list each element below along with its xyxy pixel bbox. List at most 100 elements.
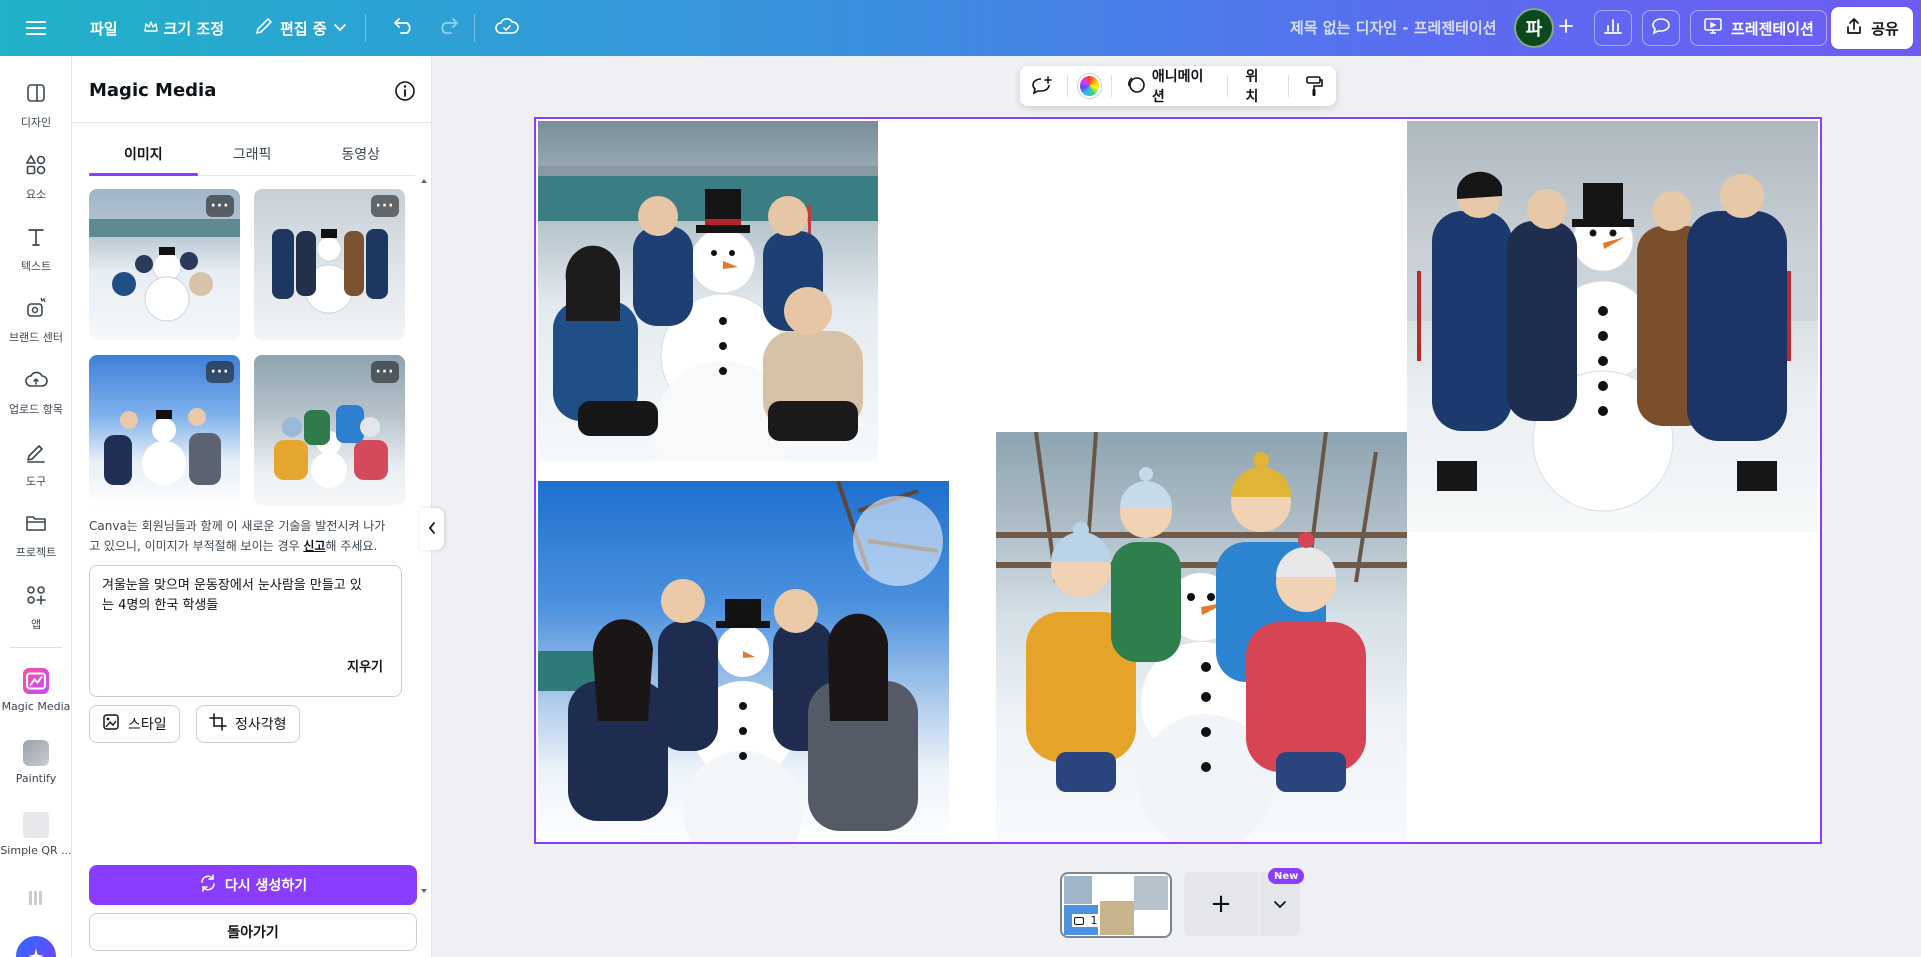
position-button[interactable]: 위치 [1238, 66, 1279, 106]
design-canvas[interactable] [534, 117, 1822, 844]
pencil-icon [254, 16, 274, 40]
rail-divider [10, 647, 62, 648]
canvas-image-students-snowman-1[interactable] [538, 121, 878, 461]
page-thumbnail-preview [1100, 901, 1134, 935]
media-type-tabs: 이미지 그래픽 동영상 [89, 140, 415, 176]
plus-icon [1558, 18, 1574, 38]
magic-media-app-icon [23, 668, 49, 694]
paint-roller-icon[interactable] [1299, 71, 1328, 101]
generated-image-3[interactable]: ··· [89, 355, 240, 506]
disclaimer-text-2: 해 주세요. [325, 539, 378, 553]
panel-title: Magic Media [89, 80, 217, 101]
rail-item-label: 디자인 [20, 116, 52, 129]
more-options-button[interactable]: ··· [206, 195, 234, 217]
more-options-button[interactable]: ··· [206, 361, 234, 383]
canvas-image-children-snowman-illustration[interactable] [996, 432, 1407, 842]
bar-chart-icon [1603, 17, 1623, 39]
cloud-save-button[interactable] [489, 10, 525, 46]
add-page-button[interactable]: + [1184, 872, 1258, 936]
more-options-button[interactable]: ··· [371, 195, 399, 217]
rail-item-paintify[interactable]: Paintify [0, 740, 72, 785]
document-title[interactable]: 제목 없는 디자인 - 프레젠테이션 [1290, 17, 1497, 38]
share-button[interactable]: 공유 [1831, 7, 1913, 49]
tab-video[interactable]: 동영상 [306, 140, 415, 175]
editing-mode-label: 편집 중 [280, 19, 327, 38]
color-wheel-icon[interactable] [1077, 74, 1101, 98]
hamburger-menu-icon[interactable] [18, 10, 54, 46]
redo-button[interactable] [430, 10, 466, 46]
undo-button[interactable] [386, 10, 422, 46]
crown-icon [143, 19, 158, 37]
page-number-badge: 1 [1072, 914, 1100, 927]
tab-graphic[interactable]: 그래픽 [198, 140, 307, 175]
rail-item-label: 업로드 항목 [8, 403, 64, 416]
clear-prompt-button[interactable]: 지우기 [347, 658, 383, 678]
prompt-text: 겨울눈을 맞으며 운동장에서 눈사람을 만들고 있는 4명의 한국 학생들 [102, 578, 362, 613]
rail-item-simple-qr[interactable]: Simple QR ... [0, 812, 72, 857]
add-page-plus: + [1210, 889, 1232, 919]
paintify-app-icon [23, 740, 49, 766]
generated-image-1[interactable]: ··· [89, 189, 240, 340]
regenerate-button[interactable]: 다시 생성하기 [89, 865, 417, 905]
regenerate-label: 다시 생성하기 [224, 878, 308, 894]
collapse-panel-button[interactable] [420, 508, 444, 550]
rail-item-label: 텍스트 [20, 260, 52, 273]
tab-image[interactable]: 이미지 [89, 140, 198, 176]
qr-code-icon[interactable] [29, 891, 43, 905]
style-button[interactable]: 스타일 [89, 705, 180, 743]
present-button[interactable]: 프레젠테이션 [1690, 10, 1827, 46]
rail-item-apps[interactable]: 앱 [0, 583, 72, 632]
rail-item-uploads[interactable]: 업로드 항목 [0, 368, 72, 417]
ai-comment-icon[interactable] [1028, 71, 1057, 101]
rail-item-brand-center[interactable]: 브랜드 센터 [0, 296, 72, 345]
canvas-image-students-snowman-2[interactable] [1407, 121, 1818, 532]
aspect-ratio-button[interactable]: 정사각형 [196, 705, 300, 743]
qr-app-icon [23, 812, 49, 838]
folder-icon [24, 511, 48, 538]
file-menu-label: 파일 [90, 19, 118, 38]
redo-icon [437, 17, 459, 39]
report-link[interactable]: 신고 [303, 539, 325, 553]
undo-icon [393, 17, 415, 39]
context-toolbar: 애니메이션 위치 [1020, 66, 1336, 106]
more-options-button[interactable]: ··· [371, 361, 399, 383]
pen-tool-icon [24, 440, 48, 467]
layout-icon [24, 81, 48, 108]
comment-icon [1651, 17, 1671, 39]
generated-image-4[interactable]: ··· [254, 355, 405, 506]
rail-item-text[interactable]: 텍스트 [0, 225, 72, 274]
aspect-ratio-label: 정사각형 [235, 717, 287, 733]
rail-item-design[interactable]: 디자인 [0, 81, 72, 130]
rail-item-elements[interactable]: 요소 [0, 153, 72, 202]
resize-label: 크기 조정 [163, 19, 225, 38]
rail-item-magic-media[interactable]: Magic Media [0, 668, 72, 713]
resize-button[interactable]: 크기 조정 [134, 10, 234, 46]
comments-button[interactable] [1642, 10, 1680, 46]
page-thumbnail-preview [1064, 876, 1092, 904]
share-label: 공유 [1871, 19, 1899, 38]
chevron-left-icon [427, 520, 437, 539]
canvas-image-students-snowman-3[interactable] [538, 481, 949, 842]
rail-item-label: 브랜드 센터 [8, 331, 64, 344]
add-collaborator-button[interactable] [1548, 10, 1584, 46]
go-back-button[interactable]: 돌아가기 [89, 913, 417, 951]
present-label: 프레젠테이션 [1731, 19, 1814, 38]
rail-item-label: 앱 [30, 618, 42, 631]
brand-kit-icon [24, 296, 48, 323]
rail-item-label: Simple QR ... [0, 844, 72, 857]
prompt-textarea[interactable]: 겨울눈을 맞으며 운동장에서 눈사람을 만들고 있는 4명의 한국 학생들 지우… [89, 565, 402, 697]
info-icon[interactable] [394, 80, 416, 102]
editing-mode-dropdown[interactable]: 편집 중 [244, 10, 357, 46]
top-bar: 파일 크기 조정 편집 중 제목 없는 디자인 - 프레젠테이션 파 프레젠테이… [0, 0, 1921, 56]
page-thumbnail-1[interactable] [1060, 872, 1172, 938]
generated-image-2[interactable]: ··· [254, 189, 405, 340]
rail-item-projects[interactable]: 프로젝트 [0, 511, 72, 560]
insights-button[interactable] [1594, 10, 1632, 46]
magic-sparkle-icon[interactable] [16, 936, 56, 957]
rail-item-label: Paintify [15, 772, 57, 785]
file-menu-button[interactable]: 파일 [80, 10, 128, 46]
rail-item-label: 도구 [25, 475, 47, 488]
rail-item-tools[interactable]: 도구 [0, 440, 72, 489]
presentation-screen-icon [1703, 17, 1723, 39]
animate-button[interactable]: 애니메이션 [1122, 66, 1217, 106]
